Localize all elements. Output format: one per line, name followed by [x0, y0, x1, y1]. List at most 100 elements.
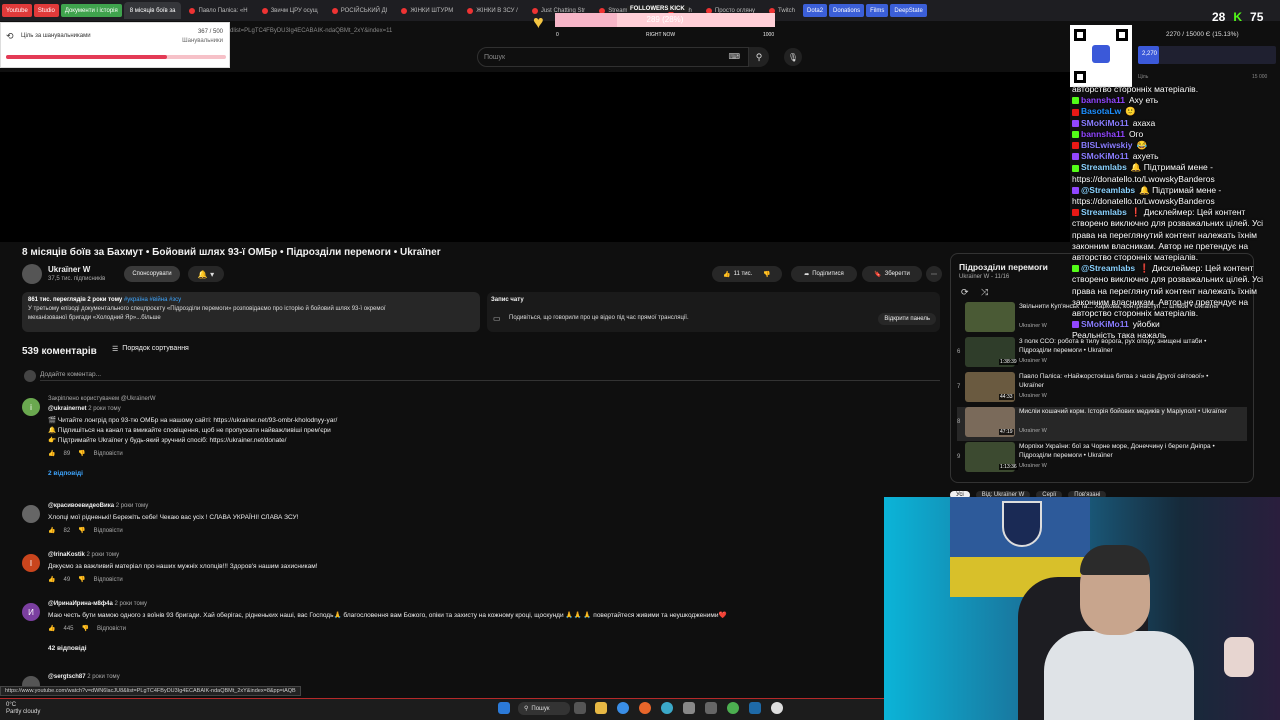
comment-time[interactable]: 2 роки тому: [114, 601, 147, 607]
channel-name[interactable]: Ukraїner W: [48, 265, 90, 274]
comment-avatar[interactable]: I: [22, 554, 40, 572]
save-button[interactable]: 🔖 Зберегти: [862, 266, 922, 282]
search-button[interactable]: ⚲: [749, 47, 769, 67]
video-player[interactable]: [0, 72, 1070, 242]
comment-author[interactable]: @IrinaKostik: [48, 552, 85, 558]
playlist-thumbnail[interactable]: 1:13:36: [965, 442, 1018, 472]
thumbs-up-icon[interactable]: 👍: [48, 527, 55, 534]
open-panel-button[interactable]: Відкрити панель: [878, 313, 936, 325]
bookmark[interactable]: Films: [866, 4, 889, 17]
thumbs-up-icon[interactable]: 👍: [48, 450, 55, 457]
channel-avatar[interactable]: [22, 264, 42, 284]
bookmark[interactable]: Документи і історія: [60, 4, 122, 17]
chat-text: 🔔 Підтримай мене -: [1139, 184, 1222, 195]
chat-username[interactable]: Streamlabs: [1081, 162, 1127, 172]
app-icon[interactable]: [661, 702, 673, 714]
playlist-item[interactable]: 8 47:19 Мисліи кошачий корм. Історія бойов…: [957, 407, 1247, 441]
sponsor-button[interactable]: Спонсорувати: [124, 266, 180, 282]
firefox-icon[interactable]: [639, 702, 651, 714]
comment-author[interactable]: @ИринаИрина-м8ф4а: [48, 601, 113, 607]
tab-active[interactable]: 8 місяців боїв за: [123, 2, 182, 19]
video-description[interactable]: 861 тис. переглядів 2 роки тому #україна…: [22, 292, 480, 332]
thumbs-down-icon[interactable]: 👎: [78, 527, 85, 534]
chrome-icon[interactable]: [727, 702, 739, 714]
desc-tags[interactable]: #україна #війна #зсу: [124, 297, 181, 303]
comment-text: 🎬 Читайте лонгрід про 93-тю ОМБр на нашо…: [48, 417, 338, 424]
comment-author[interactable]: @ukrainernet: [48, 406, 87, 412]
chat-username[interactable]: BasotaLw: [1081, 106, 1121, 116]
playlist-thumbnail[interactable]: 47:19: [965, 407, 1015, 437]
bookmark[interactable]: Youtube: [2, 4, 32, 17]
chat-username[interactable]: SMoKiMo11: [1081, 319, 1129, 329]
chat-username[interactable]: bannsha11: [1081, 129, 1125, 139]
taskbar-search[interactable]: ⚲ Пошук: [518, 702, 570, 715]
playlist-title[interactable]: Підрозділи перемоги: [959, 262, 1048, 272]
thumbs-down-icon[interactable]: 👎: [78, 576, 85, 583]
comment-time[interactable]: 2 роки тому: [116, 503, 149, 509]
url-text[interactable]: dlist=PLgTC4FByDU3Ig4ECABAIK-ndaQBMt_2xY…: [230, 28, 392, 34]
thumbs-down-icon[interactable]: 👎: [763, 271, 770, 278]
thumbs-down-icon[interactable]: 👎: [82, 625, 89, 632]
comment-time[interactable]: 2 роки тому: [88, 406, 121, 412]
loop-icon[interactable]: ⟳: [961, 287, 969, 298]
chat-username[interactable]: SMoKiMo11: [1081, 118, 1129, 128]
browser-tab[interactable]: ЖІНКИ ШТУРМ: [395, 2, 459, 19]
bookmark[interactable]: Studio: [33, 4, 59, 17]
bookmark[interactable]: Donations: [829, 4, 865, 17]
reply-button[interactable]: Відповісти: [94, 528, 123, 534]
playlist-item[interactable]: 7 44:33 Павло Паліса: «Найжорстокіша битва…: [957, 372, 1247, 406]
thumbs-up-icon[interactable]: 👍: [48, 625, 55, 632]
comment-author[interactable]: @красивоевидеоВика: [48, 503, 114, 509]
app-icon[interactable]: [683, 702, 695, 714]
reply-button[interactable]: Відповісти: [94, 577, 123, 583]
keyboard-icon[interactable]: ⌨: [728, 52, 740, 61]
weather-widget[interactable]: 0°C Partly cloudy: [6, 702, 40, 716]
sort-button[interactable]: ☰ Порядок сортування: [112, 345, 189, 353]
chat-username[interactable]: Streamlabs: [1081, 207, 1127, 217]
mic-button[interactable]: 🎙: [784, 48, 802, 66]
shuffle-icon[interactable]: ⤨: [981, 287, 988, 298]
obs-icon[interactable]: [771, 702, 783, 714]
share-button[interactable]: ➦ Поділитися: [791, 266, 857, 282]
playlist-item[interactable]: 9 1:13:36 Морпіхи України: бої за Чорне мо…: [957, 442, 1247, 476]
edge-icon[interactable]: [617, 702, 629, 714]
chat-username[interactable]: @Streamlabs: [1081, 185, 1135, 195]
comment-time[interactable]: 2 роки тому: [87, 674, 120, 680]
reply-button[interactable]: Відповісти: [97, 626, 126, 632]
bookmark[interactable]: Dota2: [803, 4, 828, 17]
app-icon[interactable]: [705, 702, 717, 714]
notification-button[interactable]: 🔔 ▾: [188, 266, 224, 282]
bookmark[interactable]: DeepState: [890, 4, 927, 17]
thumbs-up-icon[interactable]: 👍: [48, 576, 55, 583]
chat-username[interactable]: @Streamlabs: [1081, 263, 1135, 273]
playlist-thumbnail[interactable]: [965, 302, 1015, 332]
add-comment-input[interactable]: Додайте коментар...: [40, 371, 940, 381]
browser-tab[interactable]: РОСІЙСЬКИЙ ДІ: [326, 2, 394, 19]
chat-username[interactable]: BISLwiwskiy: [1081, 140, 1133, 150]
comment-avatar[interactable]: i: [22, 398, 40, 416]
reply-button[interactable]: Відповісти: [94, 451, 123, 457]
chat-message: SMoKiMo11 ахуеть: [1072, 151, 1159, 162]
comment-avatar[interactable]: [22, 505, 40, 523]
file-explorer-icon[interactable]: [595, 702, 607, 714]
browser-tab[interactable]: Павло Паліса: «Н: [183, 2, 253, 19]
more-button[interactable]: ⋯: [926, 266, 942, 282]
view-replies-button[interactable]: 2 відповіді: [48, 470, 83, 477]
comment-time[interactable]: 2 роки тому: [87, 552, 120, 558]
steam-icon[interactable]: [749, 702, 761, 714]
thumbs-down-icon[interactable]: 👎: [78, 450, 85, 457]
browser-tab[interactable]: ЖІНКИ В ЗСУ /: [461, 2, 524, 19]
search-input[interactable]: Пошук ⌨: [477, 47, 749, 67]
comment-avatar[interactable]: И: [22, 603, 40, 621]
like-button[interactable]: 👍 11 тис. 👎: [712, 266, 782, 282]
playlist-thumbnail[interactable]: 1:38:39: [965, 337, 1018, 367]
chat-username[interactable]: bannsha11: [1081, 95, 1125, 105]
windows-start-icon[interactable]: [498, 702, 510, 714]
chat-username[interactable]: SMoKiMo11: [1081, 151, 1129, 161]
task-view-icon[interactable]: [574, 702, 586, 714]
browser-tab[interactable]: Звичм ЦРУ осущ: [256, 2, 324, 19]
view-replies-button[interactable]: 42 відповіді: [48, 645, 87, 652]
comment-author[interactable]: @sergtsch87: [48, 674, 86, 680]
playlist-thumbnail[interactable]: 44:33: [965, 372, 1015, 402]
chat-message: SMoKiMo11 уйобки: [1072, 319, 1160, 330]
